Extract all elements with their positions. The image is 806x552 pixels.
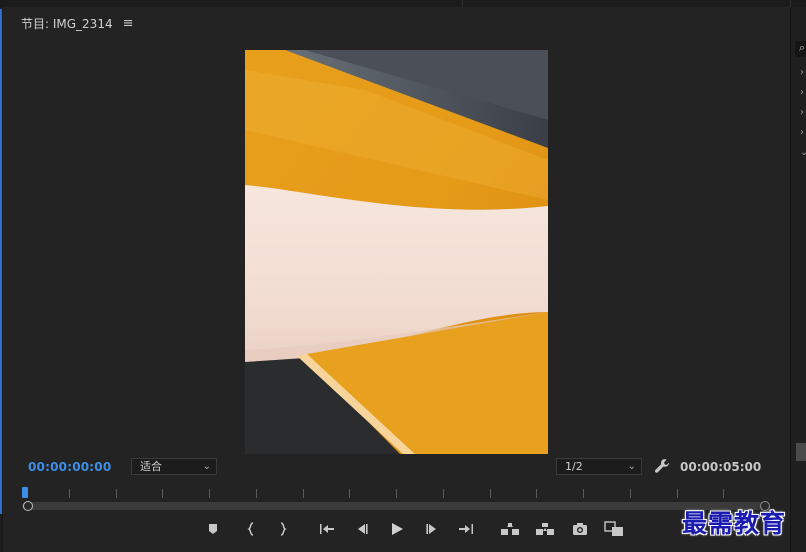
export-frame-button[interactable] <box>569 518 591 540</box>
search-icon[interactable]: ⌕ <box>795 41 806 57</box>
program-monitor-tab[interactable]: 节目: IMG_2314 ≡ <box>21 14 134 32</box>
go-to-out-icon <box>459 524 473 534</box>
lift-button[interactable] <box>499 518 521 540</box>
comparison-view-button[interactable] <box>603 518 625 540</box>
right-panel-edge: ⌕ › › › › ⌄ <box>790 7 806 552</box>
transport-controls <box>0 518 790 542</box>
time-ruler[interactable] <box>22 486 770 501</box>
playhead[interactable] <box>22 487 28 498</box>
chevron-right-icon[interactable]: › <box>800 67 804 78</box>
chevron-right-icon[interactable]: › <box>800 87 804 98</box>
ruler-tick <box>116 489 117 498</box>
panel-header-left <box>0 0 463 7</box>
watermark-logo: 最需教育 <box>682 509 787 538</box>
video-frame-image <box>245 50 548 454</box>
hamburger-icon[interactable]: ≡ <box>123 16 134 31</box>
step-forward-button[interactable] <box>421 518 443 540</box>
chevron-down-icon: ⌄ <box>627 461 636 472</box>
go-to-out-button[interactable] <box>455 518 477 540</box>
ruler-tick <box>490 489 491 498</box>
scrollbar-start-handle[interactable] <box>23 501 33 511</box>
extract-button[interactable] <box>534 518 556 540</box>
lift-icon <box>501 523 519 535</box>
chevron-right-icon[interactable]: › <box>800 107 804 118</box>
video-preview <box>245 50 548 454</box>
mark-in-button[interactable] <box>240 518 262 540</box>
chevron-down-icon: ⌄ <box>202 461 211 472</box>
panel-title: 节目: IMG_2314 <box>21 16 113 31</box>
step-back-button[interactable] <box>351 518 373 540</box>
go-to-in-icon <box>320 524 334 534</box>
zoom-dropdown[interactable]: 适合 ⌄ <box>131 458 217 475</box>
mark-out-icon <box>280 522 287 536</box>
play-button[interactable] <box>386 518 408 540</box>
mark-out-button[interactable] <box>272 518 294 540</box>
monitor-controls: 00:00:00:00 适合 ⌄ 1/2 ⌄ 00:00:05:00 <box>0 455 790 479</box>
mark-in-icon <box>247 522 254 536</box>
ruler-tick <box>677 489 678 498</box>
zoom-value: 适合 <box>140 460 162 473</box>
active-panel-indicator <box>0 9 2 514</box>
go-to-in-button[interactable] <box>316 518 338 540</box>
ruler-tick <box>583 489 584 498</box>
ruler-tick <box>303 489 304 498</box>
panel-scrollbar[interactable] <box>796 443 806 461</box>
zoom-scrollbar[interactable] <box>22 501 770 511</box>
play-icon <box>392 523 403 535</box>
wrench-icon[interactable] <box>654 458 670 474</box>
ruler-tick <box>723 489 724 498</box>
comparison-icon <box>604 521 623 536</box>
camera-icon <box>573 523 587 535</box>
current-timecode[interactable]: 00:00:00:00 <box>28 460 111 474</box>
extract-icon <box>536 523 554 535</box>
top-panel-strip <box>0 0 806 7</box>
ruler-tick <box>162 489 163 498</box>
ruler-tick <box>630 489 631 498</box>
marker-icon <box>209 524 217 534</box>
step-forward-icon <box>426 524 436 534</box>
ruler-tick <box>443 489 444 498</box>
duration-timecode: 00:00:05:00 <box>680 460 762 474</box>
ruler-tick <box>256 489 257 498</box>
ruler-tick <box>536 489 537 498</box>
ruler-tick <box>209 489 210 498</box>
add-marker-button[interactable] <box>202 518 224 540</box>
chevron-right-icon[interactable]: › <box>800 127 804 138</box>
ruler-tick <box>396 489 397 498</box>
chevron-down-icon[interactable]: ⌄ <box>800 147 806 158</box>
resolution-value: 1/2 <box>565 460 583 473</box>
panel-header-right <box>462 0 791 7</box>
resolution-dropdown[interactable]: 1/2 ⌄ <box>556 458 642 475</box>
step-back-icon <box>358 524 368 534</box>
ruler-tick <box>349 489 350 498</box>
ruler-tick <box>69 489 70 498</box>
